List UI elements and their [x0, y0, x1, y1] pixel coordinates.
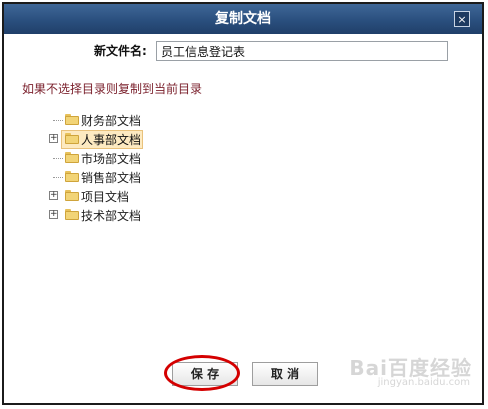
expand-icon[interactable]: + — [49, 191, 58, 200]
tree-node-hr[interactable]: + 人事部文档 — [47, 130, 297, 149]
folder-icon — [65, 133, 79, 144]
tree-node-label: 销售部文档 — [81, 171, 142, 185]
dialog-title: 复制文档 — [215, 11, 271, 27]
tree-node-finance[interactable]: 财务部文档 — [47, 111, 297, 130]
tree-node-label: 市场部文档 — [81, 152, 142, 166]
tree-node-label: 人事部文档 — [81, 133, 142, 147]
watermark-url: jingyan.baidu.com — [377, 377, 470, 388]
folder-icon — [65, 152, 79, 163]
tree-node-label: 技术部文档 — [81, 209, 142, 223]
tree-branch-line — [53, 177, 63, 178]
tree-node-marketing[interactable]: 市场部文档 — [47, 149, 297, 168]
tree-node-tech[interactable]: + 技术部文档 — [47, 206, 297, 225]
tree-node-label: 项目文档 — [81, 190, 130, 204]
dialog-titlebar: 复制文档 × — [4, 4, 482, 34]
expand-icon[interactable]: + — [49, 210, 58, 219]
directory-tree: 财务部文档 + 人事部文档 市场部文档 销售部文档 + 项目文档 + 技术部文档 — [47, 111, 307, 231]
cancel-button[interactable]: 取 消 — [252, 362, 318, 386]
tree-branch-line — [53, 120, 63, 121]
tree-node-sales[interactable]: 销售部文档 — [47, 168, 297, 187]
save-button[interactable]: 保 存 — [172, 362, 238, 386]
folder-icon — [65, 114, 79, 125]
folder-icon — [65, 209, 79, 220]
close-icon[interactable]: × — [454, 11, 470, 27]
expand-icon[interactable]: + — [49, 134, 58, 143]
new-filename-input[interactable] — [156, 41, 448, 61]
folder-icon — [65, 171, 79, 182]
tree-node-label: 财务部文档 — [81, 114, 142, 128]
new-filename-label: 新文件名: — [94, 44, 147, 58]
tree-node-projects[interactable]: + 项目文档 — [47, 187, 297, 206]
directory-hint: 如果不选择目录则复制到当前目录 — [22, 82, 203, 96]
tree-branch-line — [53, 158, 63, 159]
folder-icon — [65, 190, 79, 201]
